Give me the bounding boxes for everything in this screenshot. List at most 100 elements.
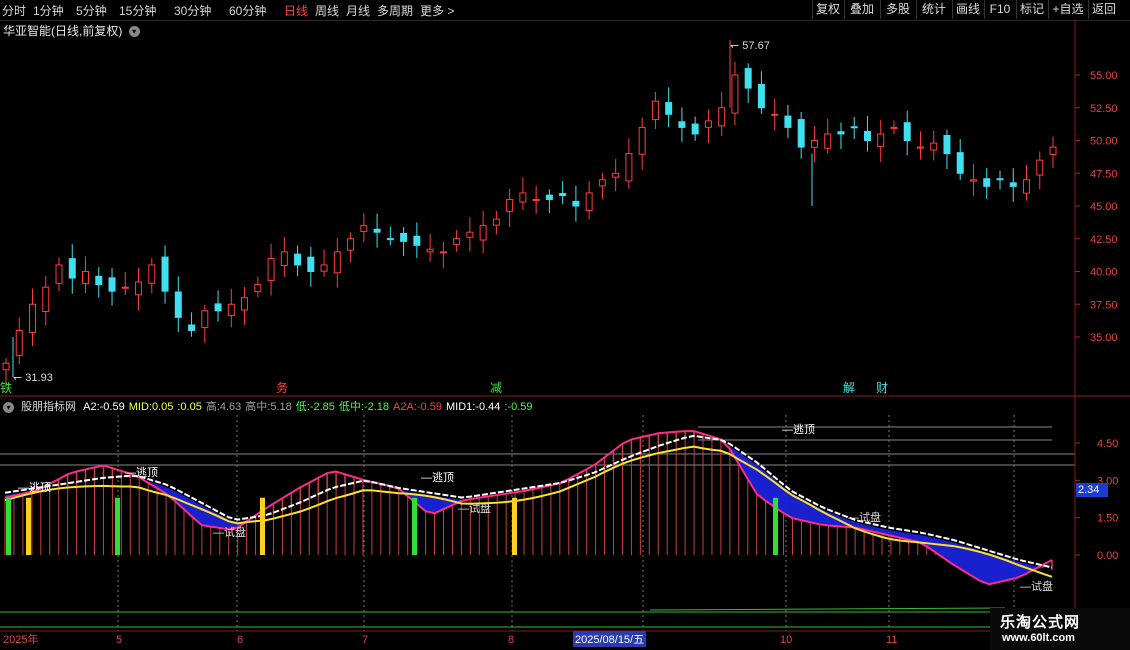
candle bbox=[625, 138, 633, 189]
indicator-value: MID1:-0.44 bbox=[445, 401, 501, 413]
candle bbox=[903, 110, 911, 156]
indicator-chart: —逃顶 —逃顶 —逃顶 —逃顶 —试盘 —试盘 —试盘 —试盘 bbox=[0, 415, 1075, 631]
candle bbox=[665, 87, 673, 128]
candle bbox=[121, 271, 129, 296]
candle bbox=[956, 139, 964, 180]
candle bbox=[42, 275, 50, 326]
indicator-value: 低:-2.85 bbox=[295, 401, 335, 413]
candle bbox=[108, 268, 116, 306]
date-label: 5 bbox=[116, 634, 122, 646]
stock-title: 华亚智能(日线,前复权) ▾ bbox=[3, 22, 140, 39]
candle bbox=[585, 181, 593, 220]
toolbar-button[interactable]: 画线 bbox=[952, 0, 983, 19]
indicator-tick-label: 1.50 bbox=[1097, 513, 1118, 525]
price-tick-label: 47.50 bbox=[1090, 168, 1118, 180]
candle bbox=[82, 256, 90, 293]
chevron-down-icon[interactable]: ▾ bbox=[128, 26, 140, 38]
event-tag: 务 bbox=[276, 380, 288, 395]
indicator-value: A2:-0.59 bbox=[83, 401, 125, 413]
signal-bar bbox=[512, 497, 517, 555]
signal-label: —逃顶 bbox=[18, 481, 51, 494]
indicator-value: 低中:-2.18 bbox=[338, 401, 390, 413]
signal-label: —试盘 bbox=[458, 501, 491, 515]
signal-label: —逃顶 bbox=[125, 466, 158, 479]
candle bbox=[214, 290, 222, 322]
date-label: 6 bbox=[237, 634, 243, 646]
candle bbox=[612, 159, 620, 192]
candle bbox=[718, 92, 726, 137]
candle bbox=[943, 129, 951, 170]
date-label: 8 bbox=[508, 634, 514, 646]
chart-canvas: —逃顶 —逃顶 —逃顶 —逃顶 —试盘 —试盘 —试盘 —试盘 35.00 37.50 40.00… bbox=[0, 20, 1130, 650]
candle bbox=[890, 120, 898, 135]
candle bbox=[320, 249, 328, 277]
toolbar-button[interactable]: 复权 bbox=[812, 0, 843, 19]
candle bbox=[188, 312, 196, 337]
indicator-value: 高中:5.18 bbox=[245, 401, 292, 413]
toolbar-button[interactable]: 多股 bbox=[880, 0, 915, 19]
indicator-tick-label: 4.50 bbox=[1097, 438, 1118, 450]
candle bbox=[519, 177, 527, 211]
candle bbox=[1049, 136, 1057, 168]
price-tick-label: 52.50 bbox=[1090, 103, 1118, 115]
candle bbox=[983, 167, 991, 200]
date-label: 11 bbox=[886, 634, 897, 646]
candle bbox=[744, 63, 752, 103]
candle bbox=[201, 304, 209, 344]
candle bbox=[572, 185, 580, 222]
candle bbox=[241, 286, 249, 326]
toolbar-button[interactable]: 统计 bbox=[916, 0, 951, 19]
indicator-title: ▾ 股朋指标网 A2:-0.59 MID:0.05:0.05 高:4.63 高中:5.… bbox=[3, 398, 537, 414]
candle bbox=[254, 276, 262, 298]
candle bbox=[347, 232, 355, 263]
candle bbox=[704, 109, 712, 143]
candle bbox=[386, 226, 394, 246]
candle bbox=[15, 317, 23, 365]
toolbar-button[interactable]: 标记 bbox=[1016, 0, 1047, 19]
event-tag: 减 bbox=[490, 381, 502, 395]
candle bbox=[784, 104, 792, 139]
candle bbox=[29, 288, 37, 346]
candle bbox=[638, 117, 646, 170]
candle bbox=[771, 98, 779, 131]
candle bbox=[161, 245, 169, 304]
price-tick-label: 50.00 bbox=[1090, 136, 1118, 148]
candle bbox=[479, 210, 487, 254]
candle bbox=[333, 238, 341, 288]
signal-bar bbox=[115, 497, 120, 555]
price-tick-label: 37.50 bbox=[1090, 299, 1118, 311]
date-label: 7 bbox=[362, 634, 368, 646]
candle bbox=[360, 213, 368, 242]
event-tag: 财 bbox=[876, 381, 888, 395]
indicator-value: MID:0.05 bbox=[128, 401, 174, 413]
candle bbox=[731, 61, 739, 126]
toolbar-button[interactable]: +自选 bbox=[1048, 0, 1087, 19]
date-label: 10 bbox=[780, 634, 792, 646]
signal-bar bbox=[412, 497, 417, 555]
signal-bar bbox=[6, 497, 11, 555]
candle bbox=[598, 172, 606, 200]
candle bbox=[757, 71, 765, 114]
candle bbox=[1009, 168, 1017, 203]
toolbar-button[interactable]: 叠加 bbox=[844, 0, 879, 19]
candle bbox=[227, 288, 235, 328]
indicator-tick-label: 0.00 bbox=[1097, 550, 1118, 562]
high-price-label: ↽ 57.67 bbox=[730, 40, 770, 52]
candle bbox=[267, 243, 275, 296]
candle bbox=[148, 257, 156, 294]
price-tick-label: 45.00 bbox=[1090, 201, 1118, 213]
watermark: 乐淘公式网 www.60lt.com bbox=[990, 608, 1130, 650]
candle bbox=[930, 130, 938, 161]
candle bbox=[996, 170, 1004, 190]
signal-bar bbox=[773, 497, 778, 555]
candle bbox=[1036, 151, 1044, 190]
low-price-label: ↽ 31.93 bbox=[13, 372, 53, 384]
toolbar-button[interactable]: 返回 bbox=[1088, 0, 1119, 19]
candle bbox=[545, 189, 553, 214]
candle bbox=[174, 276, 182, 333]
indicator-value: :0.05 bbox=[177, 401, 202, 413]
toolbar-button[interactable]: F10 bbox=[984, 0, 1015, 19]
candle bbox=[307, 246, 315, 287]
chevron-down-icon[interactable]: ▾ bbox=[3, 401, 14, 413]
candle bbox=[68, 244, 76, 294]
